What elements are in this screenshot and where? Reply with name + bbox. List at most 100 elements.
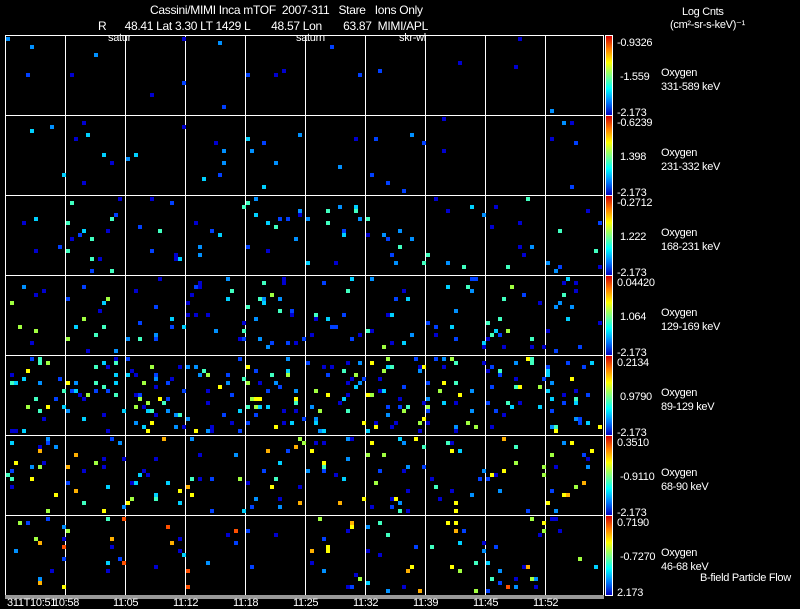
count-pixel [230,393,234,397]
count-pixel [154,337,158,341]
count-pixel [154,565,158,569]
count-pixel [126,337,130,341]
count-pixel [582,365,586,369]
count-pixel [346,393,350,397]
count-pixel [134,373,138,377]
time-gridline [245,276,246,355]
count-pixel [66,381,70,385]
count-pixel [514,65,518,69]
count-pixel [274,161,278,165]
count-pixel [434,333,438,337]
count-pixel [266,249,270,253]
count-pixel [498,373,502,377]
time-gridline [125,36,126,115]
count-pixel [410,565,414,569]
count-pixel [274,425,278,429]
count-pixel [350,377,354,381]
count-pixel [18,325,22,329]
count-pixel [482,541,486,545]
count-pixel [574,289,578,293]
count-pixel [402,585,406,589]
count-pixel [86,393,90,397]
count-pixel [46,517,50,521]
count-pixel [186,301,190,305]
count-pixel [486,321,490,325]
count-pixel [342,233,346,237]
count-pixel [114,361,118,365]
count-pixel [538,533,542,537]
count-pixel [386,405,390,409]
time-gridline [365,36,366,115]
count-pixel [454,429,458,433]
count-pixel [178,489,182,493]
count-pixel [434,485,438,489]
count-pixel [514,577,518,581]
count-pixel [478,477,482,481]
count-pixel [314,317,318,321]
count-pixel [558,301,562,305]
count-pixel [82,469,86,473]
count-pixel [102,301,106,305]
count-pixel [386,237,390,241]
count-pixel [550,409,554,413]
bfield-legend: B-field Particle Flow [700,572,791,584]
count-pixel [470,289,474,293]
colorbar [605,515,613,596]
count-pixel [82,397,86,401]
count-pixel [482,361,486,365]
count-pixel [538,301,542,305]
count-pixel [62,585,66,589]
count-pixel [158,277,162,281]
time-gridline [65,116,66,195]
count-pixel [306,217,310,221]
count-pixel [86,349,90,353]
count-pixel [230,289,234,293]
count-pixel [286,373,290,377]
time-gridline [125,516,126,595]
energy-label: 168-231 keV [661,241,721,253]
count-pixel [502,437,506,441]
count-pixel [14,381,18,385]
count-pixel [126,157,130,161]
time-gridline [365,436,366,515]
count-pixel [434,357,438,361]
count-pixel [106,429,110,433]
count-pixel [278,497,282,501]
time-gridline [425,116,426,195]
count-pixel [154,377,158,381]
count-pixel [426,321,430,325]
count-pixel [234,529,238,533]
count-pixel [306,469,310,473]
colorbar-mid: -0.9110 [620,471,655,483]
count-pixel [226,381,230,385]
count-pixel [38,361,42,365]
count-pixel [458,449,462,453]
count-pixel [34,217,38,221]
count-pixel [198,285,202,289]
count-pixel [466,421,470,425]
count-pixel [30,465,34,469]
count-pixel [10,373,14,377]
count-pixel [242,337,246,341]
count-pixel [126,357,130,361]
species-label: Oxygen [661,227,698,239]
count-pixel [146,473,150,477]
count-pixel [454,521,458,525]
count-pixel [222,413,226,417]
species-label: Oxygen [661,67,698,79]
count-pixel [182,325,186,329]
count-pixel [382,369,386,373]
count-pixel [262,469,266,473]
count-pixel [314,389,318,393]
count-pixel [222,149,226,153]
time-gridline [245,116,246,195]
count-pixel [154,385,158,389]
count-pixel [34,397,38,401]
count-pixel [226,277,230,281]
count-pixel [250,565,254,569]
count-pixel [170,317,174,321]
count-pixel [310,549,314,553]
count-pixel [350,337,354,341]
count-pixel [102,325,106,329]
count-pixel [586,457,590,461]
